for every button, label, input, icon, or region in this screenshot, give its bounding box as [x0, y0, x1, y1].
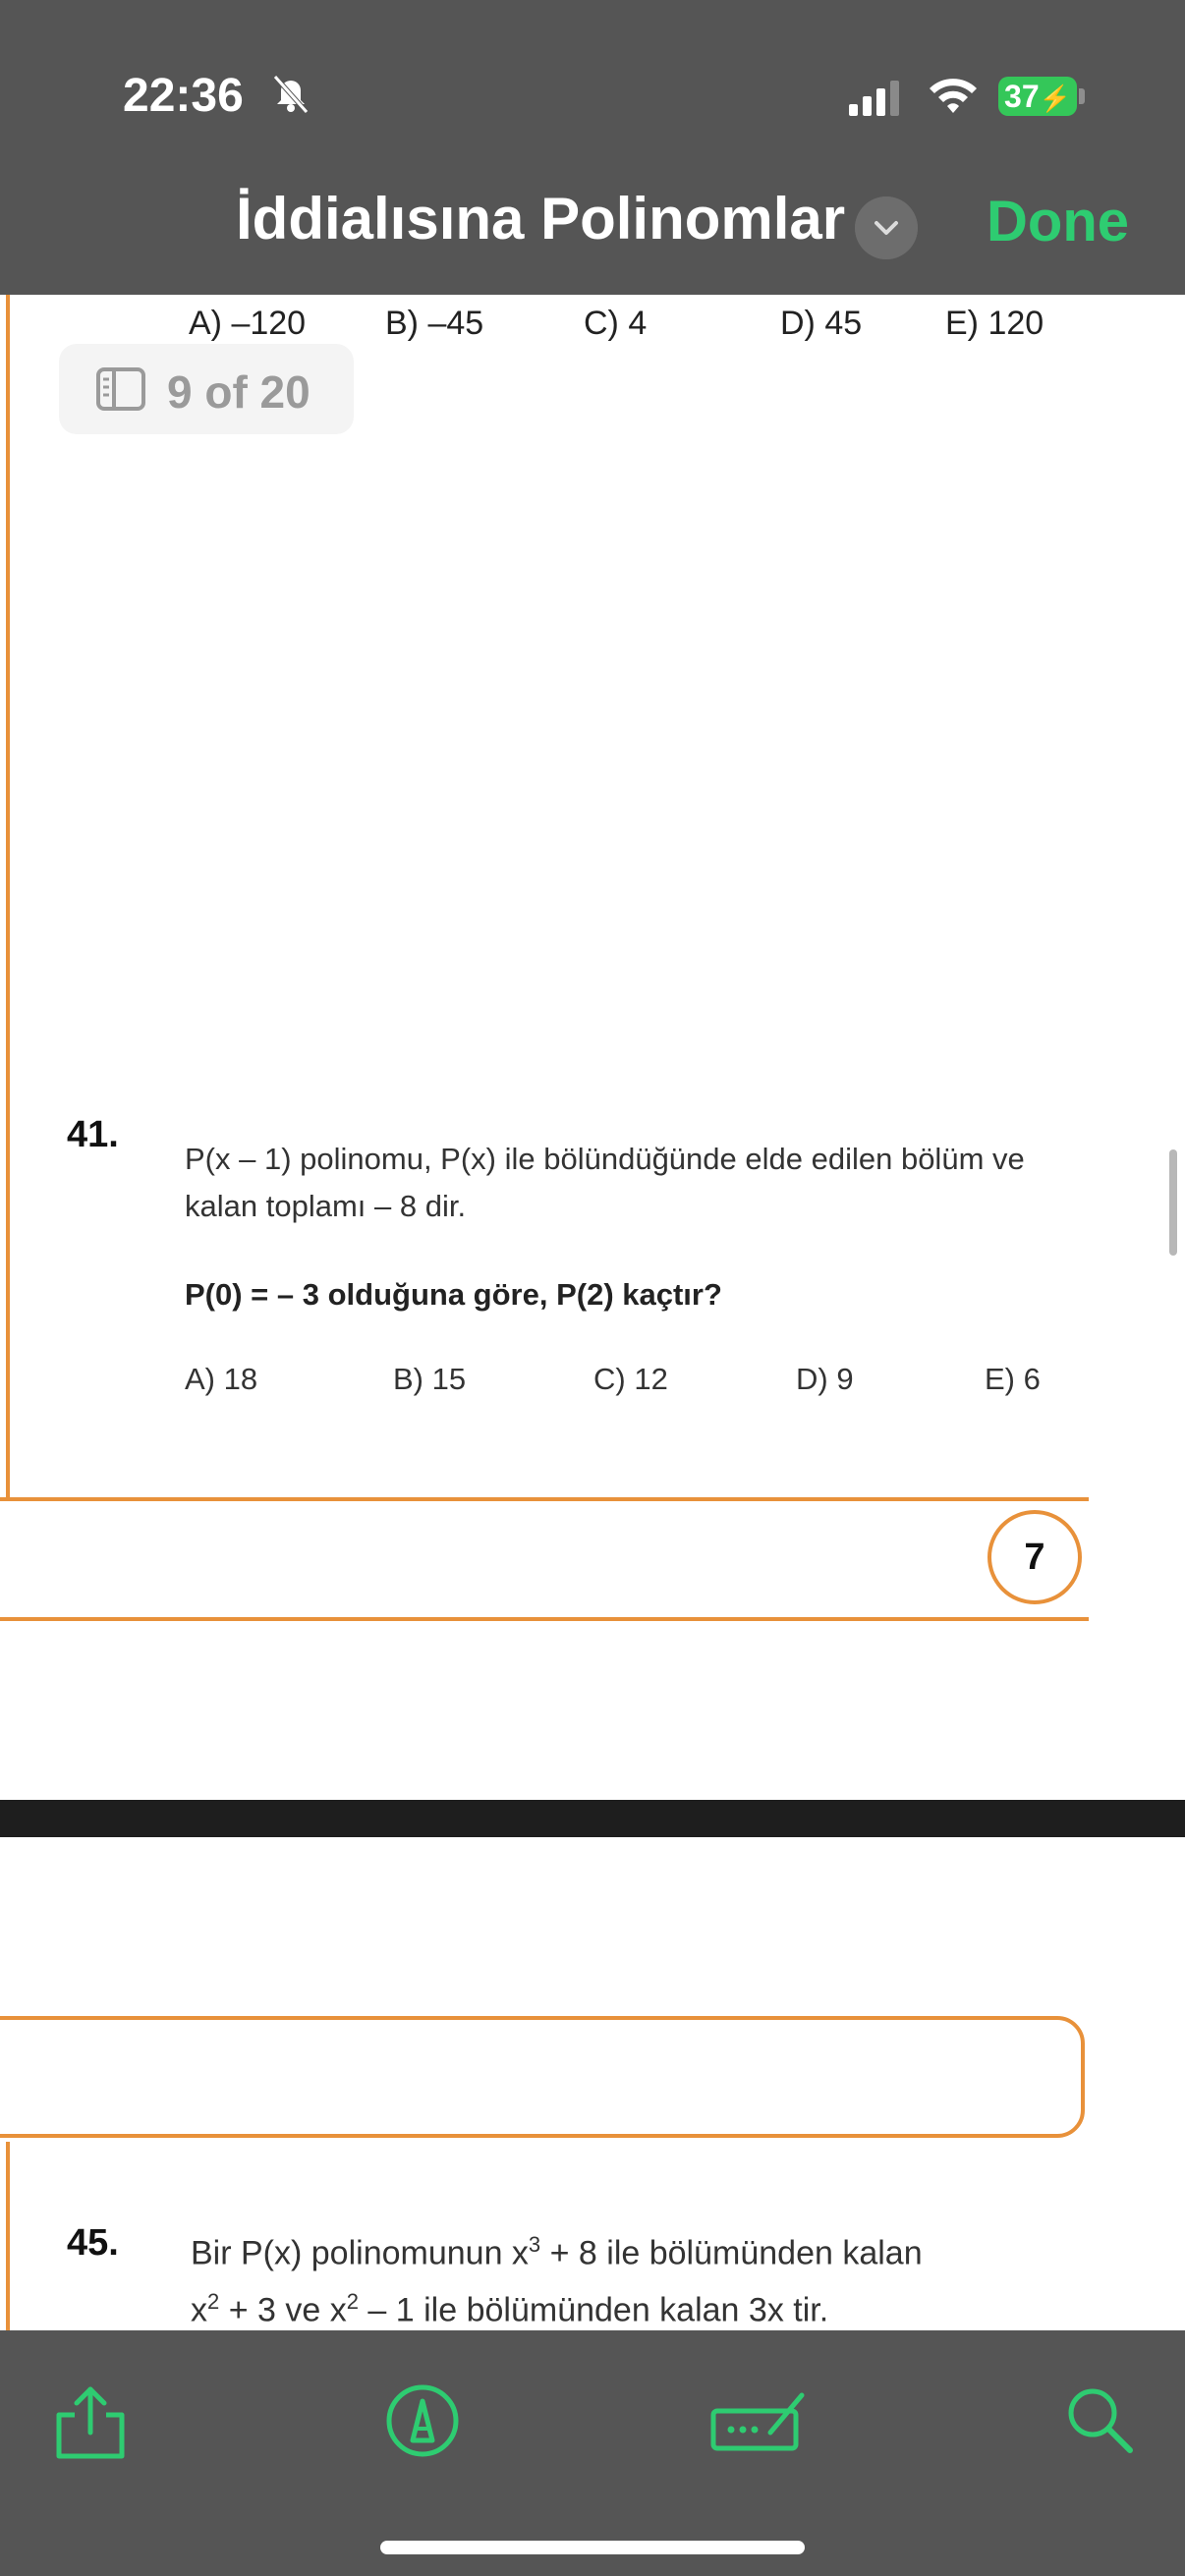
q41-answer-e: E) 6 [985, 1362, 1041, 1396]
cellular-signal-icon [849, 81, 899, 116]
page-footer-line-bottom [0, 1617, 1089, 1621]
home-indicator[interactable] [380, 2541, 805, 2554]
search-icon[interactable] [1061, 2381, 1140, 2460]
document-title[interactable]: İddialısına Polinomlar [236, 185, 845, 252]
prev-answer-a: A) –120 [189, 305, 307, 342]
q45-line2-part3: – 1 ile bölümünden kalan 3x tir. [358, 2291, 829, 2329]
q41-answer-c: C) 12 [593, 1362, 668, 1396]
q45-line2-sup2: 2 [346, 2289, 359, 2314]
bottom-toolbar [0, 2330, 1185, 2576]
page-footer-line-top [0, 1497, 1089, 1501]
q45-line2-part2: + 3 ve x [219, 2291, 347, 2329]
markup-icon[interactable] [383, 2381, 462, 2460]
done-button[interactable]: Done [987, 189, 1129, 254]
document-view[interactable]: A) –120 B) –45 C) 4 D) 45 E) 120 9 of 20… [0, 295, 1185, 2330]
question-41-number: 41. [67, 1114, 119, 1155]
bell-slash-icon [273, 75, 309, 114]
prev-answer-b: B) –45 [385, 305, 484, 342]
page-number-badge: 7 [988, 1510, 1082, 1604]
q45-line1-sup: 3 [528, 2232, 541, 2257]
page-separator [0, 1800, 1185, 1837]
q45-line1-part1: Bir P(x) polinomunun x [191, 2234, 529, 2272]
prev-answer-c: C) 4 [584, 305, 648, 342]
q41-answer-a: A) 18 [185, 1362, 258, 1396]
question-41-prompt: P(0) = – 3 olduğuna göre, P(2) kaçtır? [185, 1277, 722, 1312]
q41-answer-d: D) 9 [796, 1362, 854, 1396]
question-41-line2: kalan toplamı – 8 dir. [185, 1189, 467, 1223]
q45-line1-part2: + 8 ile bölümünden kalan [540, 2234, 923, 2272]
page-counter-label: 9 of 20 [167, 366, 310, 418]
page-counter[interactable]: 9 of 20 [59, 344, 354, 434]
share-icon[interactable] [51, 2381, 130, 2460]
top-bar: 22:36 37⚡ İddialısına Polinomlar Done [0, 0, 1185, 295]
section-header-box [0, 2016, 1085, 2138]
question-45-line1: Bir P(x) polinomunun x3 + 8 ile bölümünd… [191, 2232, 923, 2272]
q45-line2-sup1: 2 [207, 2289, 220, 2314]
prev-answer-e: E) 120 [945, 305, 1044, 342]
chevron-down-icon[interactable] [855, 196, 918, 259]
prev-answer-d: D) 45 [780, 305, 863, 342]
wifi-icon [930, 79, 977, 113]
question-45-number: 45. [67, 2222, 119, 2264]
scroll-indicator[interactable] [1169, 1149, 1177, 1256]
battery-cap [1079, 88, 1085, 104]
question-45-line2: x2 + 3 ve x2 – 1 ile bölümünden kalan 3x… [191, 2289, 828, 2329]
sidebar-icon [96, 367, 145, 411]
page-border-left-2 [6, 2142, 10, 2330]
page-border-left [6, 295, 10, 1499]
status-time: 22:36 [123, 70, 244, 122]
q41-answer-b: B) 15 [393, 1362, 467, 1396]
battery-level: 37 [1004, 79, 1040, 114]
charging-bolt-icon: ⚡ [1039, 84, 1071, 113]
battery-indicator: 37⚡ [998, 77, 1077, 116]
q45-line2-part1: x [191, 2291, 207, 2329]
annotate-icon[interactable] [709, 2381, 808, 2460]
question-41-line1: P(x – 1) polinomu, P(x) ile bölündüğünde… [185, 1142, 1025, 1176]
